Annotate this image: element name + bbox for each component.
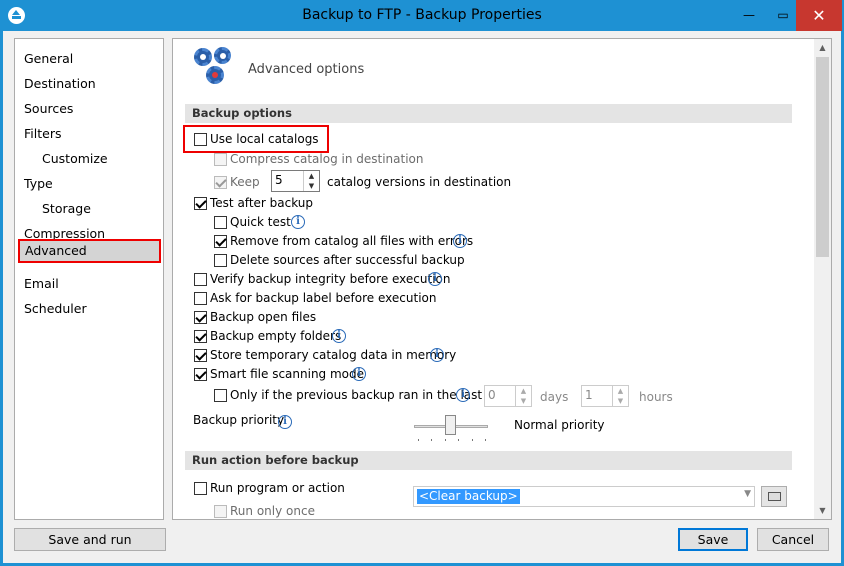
hours-value: 1 bbox=[585, 388, 593, 402]
browse-folder-button[interactable] bbox=[761, 486, 787, 507]
smart-scanning-label: Smart file scanning mode bbox=[210, 367, 365, 381]
advanced-options-panel: Advanced options Backup options Use loca… bbox=[172, 38, 832, 520]
compress-catalog-label: Compress catalog in destination bbox=[230, 152, 424, 166]
days-label: days bbox=[540, 390, 569, 404]
quick-test-info-icon[interactable]: i bbox=[291, 215, 305, 229]
action-combo-value: <Clear backup> bbox=[417, 489, 520, 504]
sidebar-item-scheduler[interactable]: Scheduler bbox=[15, 297, 163, 321]
scroll-down-icon[interactable]: ▼ bbox=[814, 502, 831, 519]
cancel-button[interactable]: Cancel bbox=[757, 528, 829, 551]
scroll-thumb[interactable] bbox=[816, 57, 829, 257]
sidebar-item-filters[interactable]: Filters bbox=[15, 122, 163, 146]
quick-test-checkbox[interactable] bbox=[214, 216, 227, 229]
section-backup-options: Backup options bbox=[185, 104, 792, 123]
keep-down-icon[interactable]: ▼ bbox=[304, 181, 319, 191]
keep-versions-value: 5 bbox=[275, 173, 283, 187]
hours-down-icon: ▼ bbox=[617, 397, 624, 405]
vertical-scrollbar[interactable]: ▲ ▼ bbox=[814, 39, 831, 519]
days-down-icon: ▼ bbox=[520, 397, 527, 405]
hours-label: hours bbox=[639, 390, 673, 404]
keep-up-icon[interactable]: ▲ bbox=[304, 171, 319, 181]
store-temp-catalog-label: Store temporary catalog data in memory bbox=[210, 348, 457, 362]
verify-integrity-checkbox[interactable] bbox=[194, 273, 207, 286]
days-value: 0 bbox=[488, 388, 496, 402]
run-only-once-checkbox bbox=[214, 505, 227, 518]
minimize-button[interactable]: — bbox=[732, 0, 766, 31]
test-after-backup-checkbox[interactable] bbox=[194, 197, 207, 210]
priority-info-icon[interactable]: i bbox=[278, 415, 292, 429]
save-and-run-button[interactable]: Save and run bbox=[14, 528, 166, 551]
close-button[interactable]: ✕ bbox=[796, 0, 842, 31]
hours-up-icon: ▲ bbox=[617, 387, 624, 395]
only-if-previous-label: Only if the previous backup ran in the l… bbox=[230, 388, 483, 402]
keep-checkbox bbox=[214, 176, 227, 189]
smart-scanning-info-icon[interactable]: i bbox=[352, 367, 366, 381]
run-program-checkbox[interactable] bbox=[194, 482, 207, 495]
section-run-action: Run action before backup bbox=[185, 451, 792, 470]
run-program-label: Run program or action bbox=[210, 481, 345, 495]
delete-sources-label: Delete sources after successful backup bbox=[230, 253, 465, 267]
page-title: Advanced options bbox=[248, 62, 365, 77]
chevron-down-icon[interactable]: ▼ bbox=[744, 489, 751, 499]
ask-label-checkbox[interactable] bbox=[194, 292, 207, 305]
panel-content: Advanced options Backup options Use loca… bbox=[173, 39, 814, 519]
test-after-backup-label: Test after backup bbox=[210, 196, 314, 210]
sidebar-item-email[interactable]: Email bbox=[15, 272, 163, 296]
backup-open-files-checkbox[interactable] bbox=[194, 311, 207, 324]
priority-slider-ticks bbox=[418, 439, 486, 442]
ask-label-label: Ask for backup label before execution bbox=[210, 291, 437, 305]
hours-stepper: 1 ▲ ▼ bbox=[581, 385, 629, 407]
priority-slider-thumb[interactable] bbox=[445, 415, 456, 435]
smart-scanning-checkbox[interactable] bbox=[194, 368, 207, 381]
remove-from-catalog-label: Remove from catalog all files with error… bbox=[230, 234, 474, 248]
use-local-catalogs-label: Use local catalogs bbox=[210, 132, 319, 146]
sidebar-item-destination[interactable]: Destination bbox=[15, 72, 163, 96]
backup-empty-folders-label: Backup empty folders bbox=[210, 329, 342, 343]
keep-label: Keep bbox=[230, 175, 260, 189]
only-if-previous-info-icon[interactable]: i bbox=[456, 388, 470, 402]
scroll-up-icon[interactable]: ▲ bbox=[814, 39, 831, 56]
only-if-previous-checkbox[interactable] bbox=[214, 389, 227, 402]
sidebar-item-storage[interactable]: Storage bbox=[15, 197, 163, 221]
backup-empty-folders-info-icon[interactable]: i bbox=[332, 329, 346, 343]
sidebar-item-general[interactable]: General bbox=[15, 47, 163, 71]
compress-catalog-checkbox bbox=[214, 153, 227, 166]
remove-from-catalog-info-icon[interactable]: i bbox=[453, 234, 467, 248]
title-bar[interactable]: Backup to FTP - Backup Properties — ▭ ✕ bbox=[0, 0, 844, 31]
priority-label: Backup priority bbox=[193, 413, 285, 427]
action-combo[interactable]: <Clear backup> ▼ bbox=[413, 486, 755, 507]
verify-integrity-info-icon[interactable]: i bbox=[428, 272, 442, 286]
quick-test-label: Quick test bbox=[230, 215, 291, 229]
gears-icon bbox=[194, 47, 238, 87]
store-temp-catalog-checkbox[interactable] bbox=[194, 349, 207, 362]
days-stepper: 0 ▲ ▼ bbox=[484, 385, 532, 407]
sidebar-item-advanced[interactable]: Advanced bbox=[18, 239, 161, 263]
folder-icon bbox=[768, 492, 781, 501]
delete-sources-checkbox[interactable] bbox=[214, 254, 227, 267]
days-up-icon: ▲ bbox=[520, 387, 527, 395]
save-button[interactable]: Save bbox=[678, 528, 748, 551]
keep-versions-stepper[interactable]: 5 ▲ ▼ bbox=[271, 170, 320, 192]
maximize-button[interactable]: ▭ bbox=[766, 0, 800, 31]
run-only-once-label: Run only once bbox=[230, 504, 315, 518]
sidebar-nav: General Destination Sources Filters Cust… bbox=[14, 38, 164, 520]
store-temp-catalog-info-icon[interactable]: i bbox=[430, 348, 444, 362]
use-local-catalogs-checkbox[interactable] bbox=[194, 133, 207, 146]
sidebar-item-customize[interactable]: Customize bbox=[15, 147, 163, 171]
backup-open-files-label: Backup open files bbox=[210, 310, 317, 324]
keep-suffix: catalog versions in destination bbox=[327, 175, 512, 189]
dialog-body: General Destination Sources Filters Cust… bbox=[3, 31, 841, 563]
backup-empty-folders-checkbox[interactable] bbox=[194, 330, 207, 343]
verify-integrity-label: Verify backup integrity before execution bbox=[210, 272, 451, 286]
sidebar-item-type[interactable]: Type bbox=[15, 172, 163, 196]
window: Backup to FTP - Backup Properties — ▭ ✕ … bbox=[0, 0, 844, 566]
priority-value: Normal priority bbox=[514, 418, 605, 432]
remove-from-catalog-checkbox[interactable] bbox=[214, 235, 227, 248]
window-title: Backup to FTP - Backup Properties bbox=[302, 7, 542, 23]
sidebar-item-sources[interactable]: Sources bbox=[15, 97, 163, 121]
